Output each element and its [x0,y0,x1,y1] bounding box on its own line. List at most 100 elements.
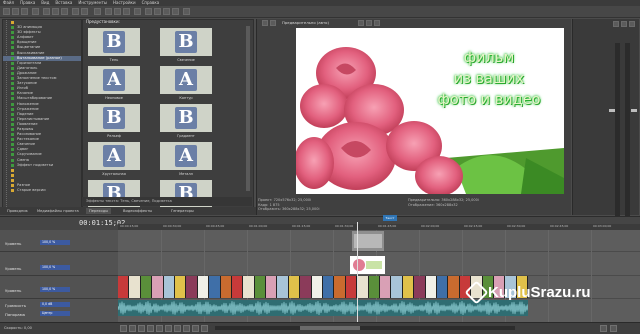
tab-video-fx[interactable]: Видеоэффекты [120,208,155,214]
copy-icon[interactable] [52,8,59,15]
tab-transitions[interactable]: Переходы [86,208,112,214]
track-header-audio[interactable]: Громкость 0,0 dB Панорама Центр [0,299,118,323]
preset-tile[interactable]: A Неоновое [86,66,142,104]
play-from-start-icon[interactable] [138,325,145,332]
edit-tool-icon[interactable] [145,8,152,15]
selection-tool-icon[interactable] [163,8,170,15]
tab-generators[interactable]: Генераторы [168,208,197,214]
render-icon[interactable] [94,8,101,15]
playhead-cursor[interactable] [357,222,358,322]
next-frame-icon[interactable] [201,325,208,332]
preset-tile[interactable]: A Металл [158,142,214,180]
help-icon[interactable] [183,8,190,15]
tree-item-label: Дрожание [17,70,37,75]
go-to-start-icon[interactable] [174,325,181,332]
preview-properties-icon[interactable] [262,20,268,26]
video-frame-thumbnail [243,276,255,298]
video-frame-thumbnail [209,276,221,298]
effect-icon [11,102,14,106]
copy-snapshot-icon[interactable] [366,20,372,26]
record-icon[interactable] [120,325,127,332]
preset-tile[interactable]: B Тень [86,28,142,66]
save-snapshot-icon[interactable] [374,20,380,26]
preview-fx-icon[interactable] [270,20,276,26]
meter-solo-icon[interactable] [629,21,635,27]
audio-waveform[interactable] [118,300,528,316]
pause-icon[interactable] [156,325,163,332]
redo-icon[interactable] [81,8,88,15]
lock-envelope-icon[interactable] [134,8,141,15]
paste-icon[interactable] [61,8,68,15]
stop-icon[interactable] [165,325,172,332]
video-frame-thumbnail [288,276,301,298]
effect-icon [11,87,14,91]
properties-icon[interactable] [32,8,39,15]
meter-mute-icon[interactable] [621,21,627,27]
master-fader-left[interactable] [609,109,615,112]
effect-icon [11,46,14,50]
meter-fx-icon[interactable] [613,21,619,27]
track-header-3[interactable]: Уровень 100,0 % [0,276,118,299]
ruler-tick: 00:00:15;00 [120,224,139,228]
overlays-icon[interactable] [358,20,364,26]
watermark-text: KupluSrazu.ru [488,284,591,301]
ripple-icon[interactable] [123,8,130,15]
presets-scrollbar[interactable] [246,26,250,191]
zoom-tool-icon[interactable] [172,8,179,15]
project-info: Проект: 720x576x32; 25,000i [258,198,312,202]
track-1-level-slider[interactable]: 100,0 % [40,240,70,245]
effect-icon [11,31,14,35]
preview-quality-select[interactable]: Предварительно (авто) [282,20,329,26]
master-fader-right[interactable] [631,109,637,112]
audio-volume-slider[interactable]: 0,0 dB [40,302,70,307]
preset-tile[interactable]: B Свечение [158,28,214,66]
timeline-scroll-thumb[interactable] [300,326,360,330]
tree-item-label: Горизонтали [17,60,42,65]
preset-tile[interactable]: A Контур [158,66,214,104]
save-icon[interactable] [21,8,28,15]
video-frame-thumbnail [266,276,278,298]
play-icon[interactable] [147,325,154,332]
track-header-1[interactable]: Уровень 100,0 % [0,230,118,252]
track-header-2[interactable]: Уровень 100,0 % [0,252,118,276]
ruler-tick: 00:00:30;00 [163,224,182,228]
track-3-level-slider[interactable]: 100,0 % [40,287,70,292]
video-frame-thumbnail [129,276,141,298]
preset-label: Рельеф [107,134,121,138]
cut-icon[interactable] [43,8,50,15]
timeline-scrollbar[interactable] [215,326,515,330]
tree-item-label: Падение [17,111,34,116]
zoom-out-icon[interactable] [610,325,617,332]
tree-item-label: Скручивание [17,152,42,157]
undo-icon[interactable] [72,8,79,15]
preset-thumbnail: B [88,28,140,56]
open-icon[interactable] [12,8,19,15]
preview-res-info: Предварительно: 360x288x32; 25,000i [408,198,479,202]
tab-explorer[interactable]: Проводник [4,208,31,214]
zoom-in-icon[interactable] [600,325,607,332]
audio-pan-slider[interactable]: Центр [40,311,70,316]
track-1-level-label: Уровень [5,241,22,246]
video-frame-thumbnail [436,276,449,298]
preset-tile[interactable]: A Хрустальная [86,142,142,180]
snap-icon[interactable] [105,8,112,15]
tree-item[interactable]: Старые версии [3,188,81,193]
loop-icon[interactable] [129,325,136,332]
track-2-level-slider[interactable]: 100,0 % [40,265,70,270]
tree-item-label: Выталкивание (разное) [17,55,62,60]
preset-tile[interactable]: B Градиент [158,104,214,142]
region-marker[interactable]: Текст [383,215,397,221]
go-to-end-icon[interactable] [183,325,190,332]
video-frame-thumbnail [231,276,244,298]
image-event[interactable] [350,256,385,274]
preset-glyph: B [103,107,125,129]
preset-tile[interactable]: B Рельеф [86,104,142,142]
tab-project-media[interactable]: Медиафайлы проекта [34,208,82,214]
prev-frame-icon[interactable] [192,325,199,332]
envelope-tool-icon[interactable] [154,8,161,15]
autocrossfade-icon[interactable] [114,8,121,15]
ruler-tick: 00:01:30;00 [335,224,354,228]
effect-icon [11,153,14,157]
effect-icon [11,92,14,96]
new-project-icon[interactable] [3,8,10,15]
